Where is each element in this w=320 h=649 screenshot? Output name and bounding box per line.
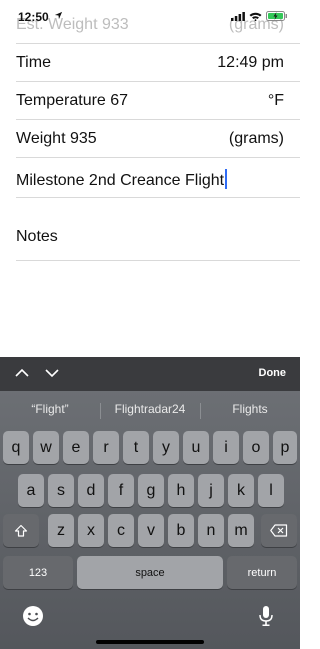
key-z[interactable]: z <box>48 514 74 547</box>
key-q[interactable]: q <box>3 431 29 464</box>
time-label: Time <box>16 54 51 71</box>
return-key[interactable]: return <box>227 556 297 589</box>
key-w[interactable]: w <box>33 431 59 464</box>
key-k[interactable]: k <box>228 474 254 507</box>
key-g[interactable]: g <box>138 474 164 507</box>
done-button[interactable]: Done <box>259 367 287 379</box>
key-f[interactable]: f <box>108 474 134 507</box>
status-bar: 12:50 <box>0 0 300 24</box>
suggestion-item[interactable]: “Flight” <box>0 402 100 416</box>
key-x[interactable]: x <box>78 514 104 547</box>
chevron-up-icon[interactable] <box>14 366 30 380</box>
key-r[interactable]: r <box>93 431 119 464</box>
key-t[interactable]: t <box>123 431 149 464</box>
key-e[interactable]: e <box>63 431 89 464</box>
key-h[interactable]: h <box>168 474 194 507</box>
key-c[interactable]: c <box>108 514 134 547</box>
weight-unit: (grams) <box>228 130 284 147</box>
milestone-text: Milestone 2nd Creance Flight <box>16 172 225 189</box>
key-s[interactable]: s <box>48 474 74 507</box>
suggestion-item[interactable]: Flightradar24 <box>100 402 200 416</box>
emoji-icon[interactable] <box>22 605 44 627</box>
key-a[interactable]: a <box>18 474 44 507</box>
delete-key[interactable] <box>261 514 297 547</box>
signal-icon <box>231 11 245 21</box>
key-l[interactable]: l <box>258 474 284 507</box>
chevron-down-icon[interactable] <box>44 366 60 380</box>
keyboard-toolbar: Done <box>0 357 300 391</box>
shift-icon <box>14 524 28 537</box>
key-d[interactable]: d <box>78 474 104 507</box>
key-n[interactable]: n <box>198 514 224 547</box>
microphone-icon[interactable] <box>258 605 274 627</box>
time-row[interactable]: Time 12:49 pm <box>16 44 300 82</box>
key-p[interactable]: p <box>273 431 297 464</box>
key-m[interactable]: m <box>228 514 254 547</box>
location-arrow-icon <box>54 11 63 20</box>
status-icons <box>231 11 288 21</box>
key-j[interactable]: j <box>198 474 224 507</box>
shift-key[interactable] <box>3 514 39 547</box>
wifi-icon <box>249 12 262 21</box>
numbers-key[interactable]: 123 <box>3 556 73 589</box>
notes-label: Notes <box>16 228 58 245</box>
key-v[interactable]: v <box>138 514 164 547</box>
status-time: 12:50 <box>18 10 49 24</box>
key-y[interactable]: y <box>153 431 179 464</box>
backspace-icon <box>270 524 288 537</box>
key-i[interactable]: i <box>213 431 239 464</box>
home-indicator <box>96 640 204 644</box>
temperature-label: Temperature 67 <box>16 92 129 109</box>
key-u[interactable]: u <box>183 431 209 464</box>
temperature-unit: °F <box>267 92 284 109</box>
time-value: 12:49 pm <box>217 54 284 71</box>
weight-label: Weight 935 <box>16 130 97 147</box>
suggestion-bar: “Flight” Flightradar24 Flights <box>0 395 300 423</box>
space-key[interactable]: space <box>77 556 223 589</box>
suggestion-item[interactable]: Flights <box>200 402 300 416</box>
milestone-text-wrap: Milestone 2nd Creance Flight <box>16 169 228 190</box>
temperature-row[interactable]: Temperature 67 °F <box>16 82 300 120</box>
key-o[interactable]: o <box>243 431 269 464</box>
milestone-field[interactable]: Milestone 2nd Creance Flight <box>16 158 300 198</box>
text-cursor <box>225 169 228 189</box>
weight-row[interactable]: Weight 935 (grams) <box>16 120 300 158</box>
key-b[interactable]: b <box>168 514 194 547</box>
battery-charging-icon <box>266 11 287 21</box>
notes-row[interactable]: Notes <box>16 198 300 261</box>
